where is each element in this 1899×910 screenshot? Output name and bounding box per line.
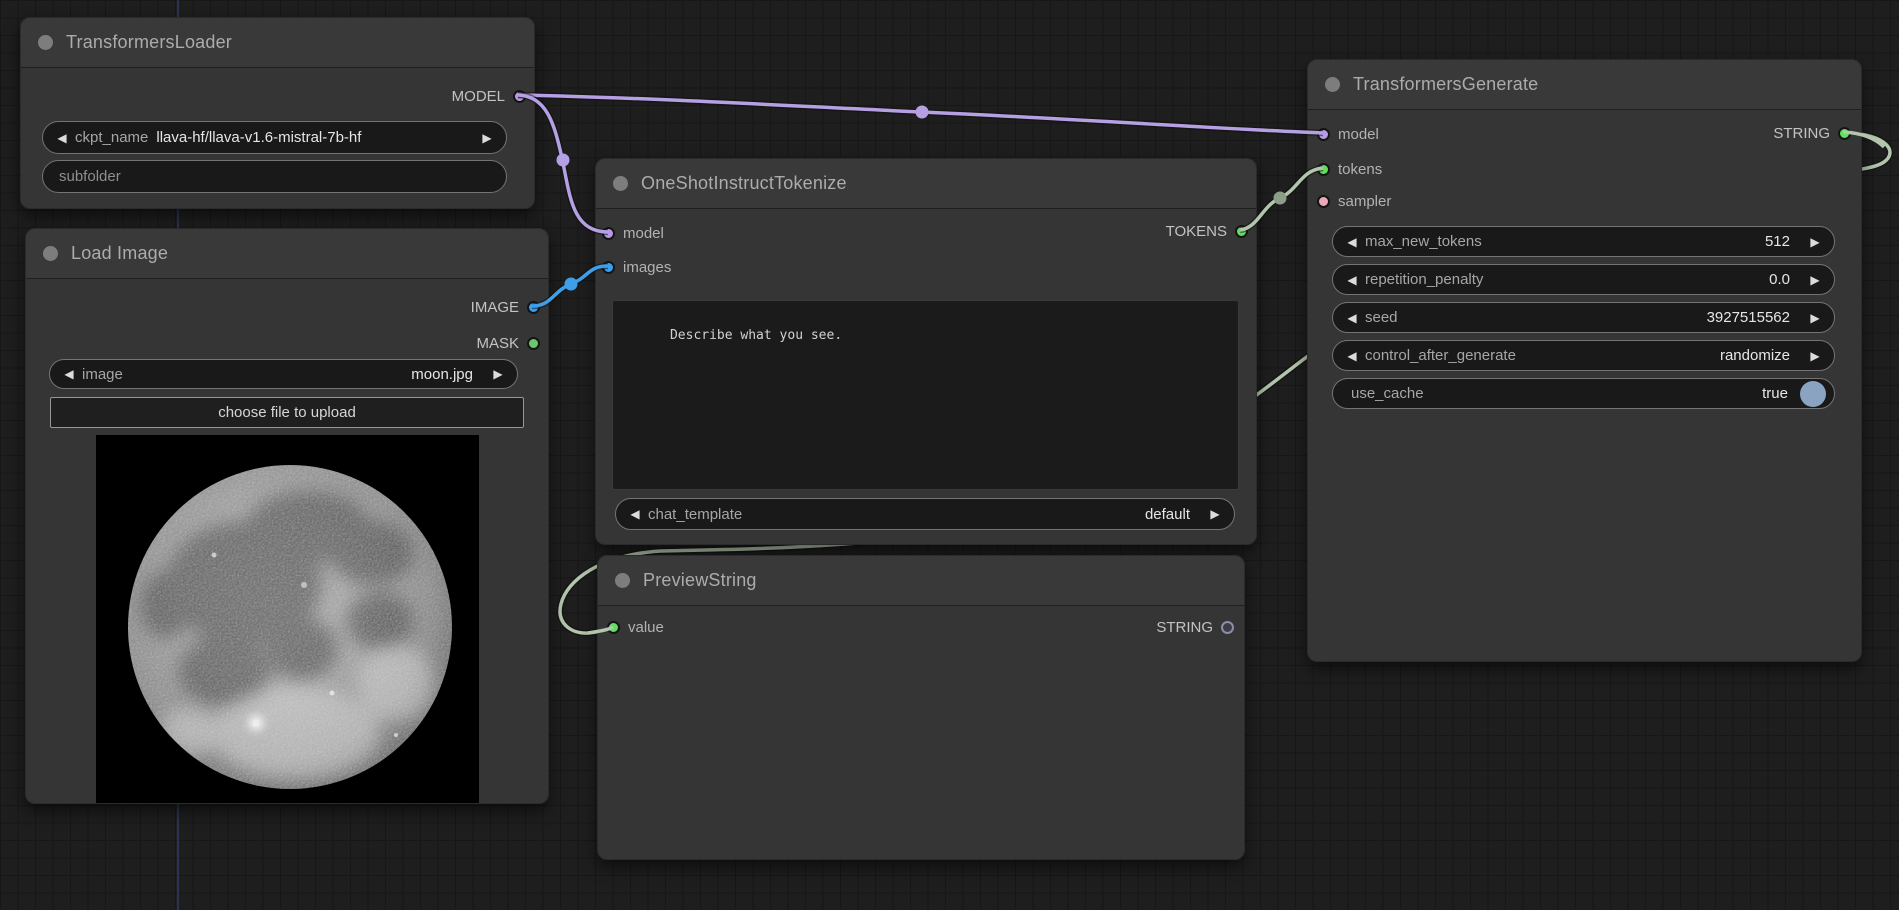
node-title: TransformersLoader xyxy=(66,32,232,53)
input-port-tokens[interactable] xyxy=(1317,163,1330,176)
graph-canvas[interactable]: TransformersLoader MODEL ◀ ckpt_name lla… xyxy=(0,0,1899,910)
decrement-arrow-icon[interactable]: ◀ xyxy=(60,367,78,381)
input-port-value[interactable] xyxy=(607,621,620,634)
moon-image xyxy=(96,435,479,803)
collapse-dot-icon[interactable] xyxy=(43,246,58,261)
output-slot-image: IMAGE xyxy=(471,297,540,317)
output-slot-mask: MASK xyxy=(476,333,540,353)
output-slot-model: MODEL xyxy=(452,86,526,106)
subfolder-placeholder: subfolder xyxy=(59,168,121,185)
input-port-images[interactable] xyxy=(602,261,615,274)
image-preview-moon xyxy=(96,435,479,803)
collapse-dot-icon[interactable] xyxy=(38,35,53,50)
seed-widget[interactable]: ◀ seed 3927515562 ▶ xyxy=(1332,302,1835,333)
decrement-arrow-icon[interactable]: ◀ xyxy=(1343,235,1361,249)
collapse-dot-icon[interactable] xyxy=(1325,77,1340,92)
widget-label: ckpt_name xyxy=(75,129,148,146)
node-titlebar[interactable]: OneShotInstructTokenize xyxy=(596,159,1256,209)
node-transformers-loader[interactable]: TransformersLoader MODEL ◀ ckpt_name lla… xyxy=(20,17,535,209)
widget-value: llava-hf/llava-v1.6-mistral-7b-hf xyxy=(156,129,361,146)
decrement-arrow-icon[interactable]: ◀ xyxy=(1343,273,1361,287)
input-slot-images: images xyxy=(602,257,671,277)
increment-arrow-icon[interactable]: ▶ xyxy=(478,131,496,145)
max-new-tokens-widget[interactable]: ◀ max_new_tokens 512 ▶ xyxy=(1332,226,1835,257)
input-slot-tokens: tokens xyxy=(1317,159,1382,179)
node-title: PreviewString xyxy=(643,570,757,591)
node-titlebar[interactable]: TransformersGenerate xyxy=(1308,60,1861,110)
node-titlebar[interactable]: Load Image xyxy=(26,229,548,279)
wire-model-to-generate-shadow xyxy=(518,95,1323,133)
output-slot-string: STRING xyxy=(1156,617,1234,637)
node-title: TransformersGenerate xyxy=(1353,74,1538,95)
decrement-arrow-icon[interactable]: ◀ xyxy=(53,131,71,145)
output-port-tokens[interactable] xyxy=(1235,225,1248,238)
increment-arrow-icon[interactable]: ▶ xyxy=(1806,311,1824,325)
output-port-image[interactable] xyxy=(527,301,540,314)
image-select-widget[interactable]: ◀ image moon.jpg ▶ xyxy=(49,359,518,389)
node-load-image[interactable]: Load Image IMAGE MASK ◀ image moon.jpg ▶… xyxy=(25,228,549,804)
link-midpoint-dot xyxy=(916,106,929,119)
decrement-arrow-icon[interactable]: ◀ xyxy=(1343,349,1361,363)
widget-label: image xyxy=(82,366,123,383)
widget-value: 3927515562 xyxy=(1707,309,1790,326)
prompt-textarea[interactable]: Describe what you see. xyxy=(612,300,1239,490)
node-title: OneShotInstructTokenize xyxy=(641,173,847,194)
widget-value: 512 xyxy=(1765,233,1790,250)
output-slot-tokens: TOKENS xyxy=(1166,221,1248,241)
widget-label: chat_template xyxy=(648,506,742,523)
control-after-generate-widget[interactable]: ◀ control_after_generate randomize ▶ xyxy=(1332,340,1835,371)
link-midpoint-dot xyxy=(557,154,570,167)
increment-arrow-icon[interactable]: ▶ xyxy=(489,367,507,381)
increment-arrow-icon[interactable]: ▶ xyxy=(1806,349,1824,363)
ckpt-name-widget[interactable]: ◀ ckpt_name llava-hf/llava-v1.6-mistral-… xyxy=(42,121,507,154)
link-midpoint-dot xyxy=(1274,192,1287,205)
decrement-arrow-icon[interactable]: ◀ xyxy=(626,507,644,521)
increment-arrow-icon[interactable]: ▶ xyxy=(1806,235,1824,249)
widget-value: default xyxy=(1145,506,1190,523)
widget-label: use_cache xyxy=(1351,385,1424,402)
node-preview-string[interactable]: PreviewString value STRING xyxy=(597,555,1245,860)
increment-arrow-icon[interactable]: ▶ xyxy=(1206,507,1224,521)
input-slot-model: model xyxy=(1317,124,1379,144)
collapse-dot-icon[interactable] xyxy=(613,176,628,191)
output-slot-string: STRING xyxy=(1773,123,1851,143)
input-slot-value: value xyxy=(607,617,664,637)
wire-model-to-generate xyxy=(518,95,1323,133)
node-transformers-generate[interactable]: TransformersGenerate model tokens sample… xyxy=(1307,59,1862,662)
widget-value: randomize xyxy=(1720,347,1790,364)
node-titlebar[interactable]: TransformersLoader xyxy=(21,18,534,68)
node-titlebar[interactable]: PreviewString xyxy=(598,556,1244,606)
output-port-model[interactable] xyxy=(513,90,526,103)
widget-value: moon.jpg xyxy=(411,366,473,383)
output-port-string[interactable] xyxy=(1838,127,1851,140)
choose-file-button[interactable]: choose file to upload xyxy=(50,397,524,428)
subfolder-field[interactable]: subfolder xyxy=(42,160,507,193)
link-midpoint-dot xyxy=(565,278,578,291)
increment-arrow-icon[interactable]: ▶ xyxy=(1806,273,1824,287)
widget-label: seed xyxy=(1365,309,1398,326)
boolean-toggle-icon[interactable] xyxy=(1800,381,1826,407)
node-oneshot-instruct-tokenize[interactable]: OneShotInstructTokenize model images TOK… xyxy=(595,158,1257,545)
input-port-sampler[interactable] xyxy=(1317,195,1330,208)
input-port-model[interactable] xyxy=(602,227,615,240)
input-slot-model: model xyxy=(602,223,664,243)
repetition-penalty-widget[interactable]: ◀ repetition_penalty 0.0 ▶ xyxy=(1332,264,1835,295)
output-port-string[interactable] xyxy=(1221,621,1234,634)
node-title: Load Image xyxy=(71,243,168,264)
widget-label: control_after_generate xyxy=(1365,347,1516,364)
widget-label: repetition_penalty xyxy=(1365,271,1483,288)
collapse-dot-icon[interactable] xyxy=(615,573,630,588)
use-cache-widget[interactable]: use_cache true xyxy=(1332,378,1835,409)
widget-value: 0.0 xyxy=(1769,271,1790,288)
decrement-arrow-icon[interactable]: ◀ xyxy=(1343,311,1361,325)
widget-label: max_new_tokens xyxy=(1365,233,1482,250)
output-port-mask[interactable] xyxy=(527,337,540,350)
chat-template-widget[interactable]: ◀ chat_template default ▶ xyxy=(615,498,1235,530)
input-slot-sampler: sampler xyxy=(1317,191,1391,211)
widget-value: true xyxy=(1762,385,1788,402)
input-port-model[interactable] xyxy=(1317,128,1330,141)
